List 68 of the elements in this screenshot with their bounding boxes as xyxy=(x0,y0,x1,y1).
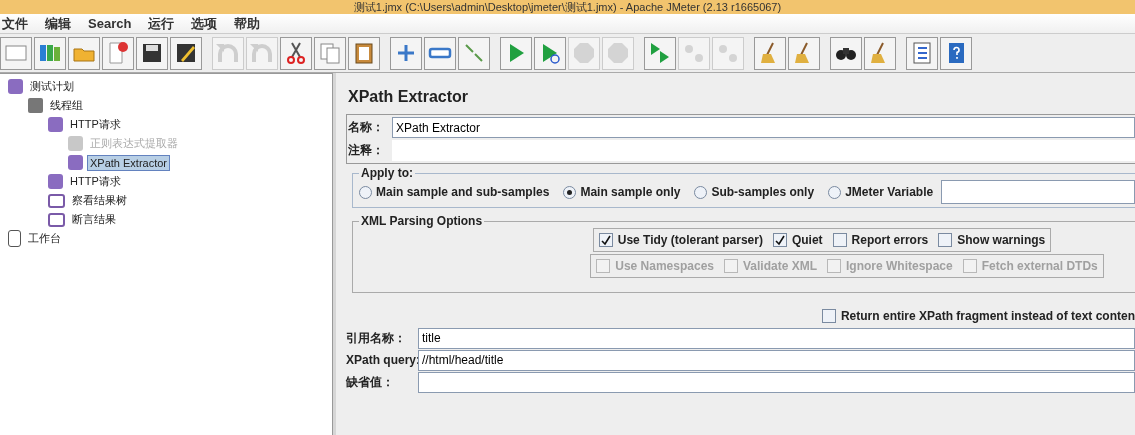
group-title: Apply to: xyxy=(360,166,414,180)
checkbox-option[interactable]: Quiet xyxy=(772,233,823,247)
stop-sign-icon xyxy=(571,40,597,66)
open-button[interactable] xyxy=(68,36,100,70)
save-as-button[interactable] xyxy=(170,36,202,70)
function-helper-button[interactable] xyxy=(906,36,938,70)
copy-button[interactable] xyxy=(314,36,346,70)
field-label: 缺省值： xyxy=(346,373,395,391)
window-title: 测试1.jmx (C:\Users\admin\Desktop\jmeter\测试1.jmx) - Apache JMeter (2.13 r1665067) xyxy=(353,0,782,14)
tree-item[interactable]: XPath Extractor xyxy=(87,154,171,171)
checkbox-option[interactable]: Show warnings xyxy=(938,233,1046,247)
menu-item[interactable]: 运行 xyxy=(148,14,175,33)
radio-icon[interactable] xyxy=(563,185,577,199)
menu-item[interactable]: 编辑 xyxy=(45,14,71,33)
checkbox-icon[interactable] xyxy=(832,233,847,247)
collapse-button[interactable] xyxy=(424,36,456,70)
radio-option[interactable]: Main sample and sub-samples xyxy=(359,185,550,199)
text-field[interactable]: title xyxy=(418,327,1135,349)
checkbox-icon[interactable] xyxy=(938,233,953,247)
checkbox-option[interactable]: Use Tidy (tolerant parser) xyxy=(598,233,763,247)
paste-button[interactable] xyxy=(348,36,380,70)
text-field[interactable]: //html/head/title xyxy=(418,349,1135,371)
menu-item[interactable]: 文件 xyxy=(2,14,28,33)
help-button[interactable] xyxy=(940,36,972,70)
field-label: 注释： xyxy=(348,142,385,159)
checkbox-option[interactable]: Return entire XPath fragment instead of text conten xyxy=(821,309,1135,323)
remote-start-button[interactable] xyxy=(644,36,676,70)
variable-field[interactable] xyxy=(941,180,1135,204)
cut-button[interactable] xyxy=(280,36,312,70)
tree-item[interactable]: 测试计划 xyxy=(27,77,77,96)
field-label: 名称： xyxy=(348,119,385,136)
templates-button[interactable] xyxy=(34,36,66,70)
tree-item[interactable]: 线程组 xyxy=(47,96,86,115)
tree-item[interactable]: 察看结果树 xyxy=(69,191,130,210)
panel-title: XPath Extractor xyxy=(348,88,470,106)
clear-all-button[interactable] xyxy=(788,36,820,70)
text-field[interactable] xyxy=(418,371,1135,393)
field-label: XPath query: xyxy=(346,353,418,367)
copy-icon xyxy=(317,40,343,66)
radio-icon[interactable] xyxy=(828,185,842,199)
start-button[interactable] xyxy=(500,36,532,70)
menu-item[interactable]: 选项 xyxy=(191,14,218,33)
search-button[interactable] xyxy=(830,36,862,70)
checkbox-icon[interactable] xyxy=(821,309,836,323)
radio-icon[interactable] xyxy=(694,185,708,199)
expand-button[interactable] xyxy=(390,36,422,70)
checkbox-option[interactable]: Report errors xyxy=(832,233,929,247)
checkbox-icon[interactable] xyxy=(772,233,787,247)
radio-option[interactable]: Sub-samples only xyxy=(694,185,815,199)
toggle-button[interactable] xyxy=(458,36,490,70)
tree-item[interactable]: HTTP请求 xyxy=(67,115,124,134)
radio-option[interactable]: JMeter Variable xyxy=(828,185,934,199)
menu-item[interactable]: 帮助 xyxy=(234,14,261,33)
tree-item[interactable]: 工作台 xyxy=(25,229,64,248)
tree-item[interactable]: HTTP请求 xyxy=(67,172,124,191)
tree-item[interactable]: 断言结果 xyxy=(69,210,119,229)
menu-item[interactable]: Search xyxy=(88,16,132,31)
field-label: 引用名称： xyxy=(346,329,407,347)
close-button[interactable] xyxy=(102,36,134,70)
radio-icon[interactable] xyxy=(359,185,372,199)
start-no-timers-button[interactable] xyxy=(534,36,566,70)
new-button[interactable] xyxy=(0,36,32,70)
checkbox-icon[interactable] xyxy=(598,233,613,247)
clear-button[interactable] xyxy=(754,36,786,70)
name-field[interactable]: XPath Extractor xyxy=(392,117,1135,138)
radio-option[interactable]: Main sample only xyxy=(563,185,681,199)
group-title: XML Parsing Options xyxy=(360,214,484,228)
save-button[interactable] xyxy=(136,36,168,70)
